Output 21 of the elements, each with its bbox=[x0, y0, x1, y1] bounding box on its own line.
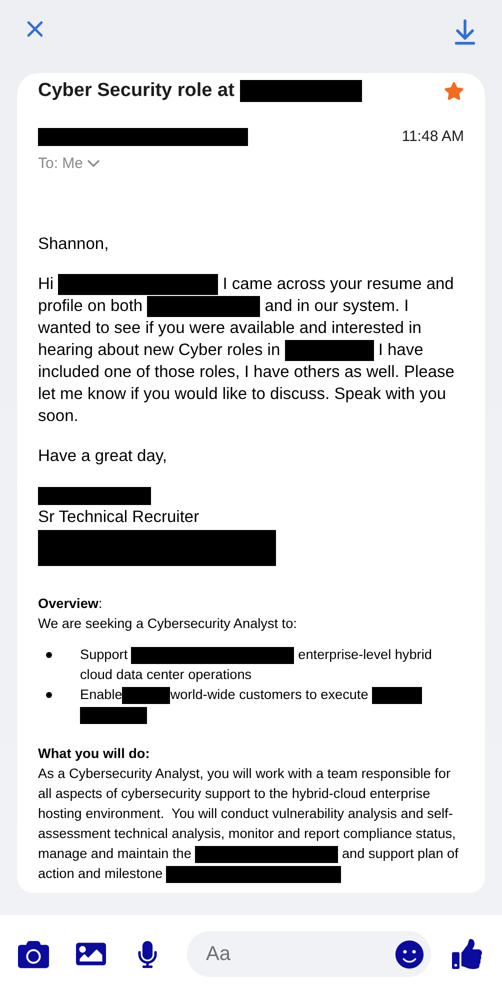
message-input[interactable]: Aa bbox=[206, 939, 395, 969]
section-heading: Overview: bbox=[38, 595, 104, 613]
message-field[interactable]: Aa bbox=[187, 931, 431, 977]
email-time: 11:48 AM bbox=[402, 127, 464, 147]
bullet-icon bbox=[46, 692, 52, 698]
body-paragraph: Have a great day, bbox=[38, 446, 168, 467]
bullet-icon bbox=[46, 652, 52, 658]
section-heading: What you will do: bbox=[38, 745, 151, 763]
signature-title: Sr Technical Recruiter bbox=[38, 507, 200, 528]
chevron-down-icon[interactable] bbox=[87, 159, 100, 168]
star-icon[interactable] bbox=[444, 81, 464, 101]
camera-icon[interactable] bbox=[18, 938, 49, 970]
email-subject: Cyber Security role at bbox=[38, 79, 362, 103]
thumbs-up-icon[interactable] bbox=[452, 939, 482, 969]
body-paragraph: As a Cybersecurity Analyst, you will work with a team responsible for all aspects of cybersecurity support to the hybrid-cloud enterprise hosting environment. You will conduct vulnerability analysis and self-assessment technical analysis, monitor and report compliance status, manage and maintain the and support plan of action and milestone bbox=[38, 765, 460, 884]
section-intro: We are seeking a Cybersecurity Analyst to: bbox=[38, 615, 298, 633]
recipient-label: To: Me bbox=[38, 154, 84, 174]
emoji-icon[interactable] bbox=[395, 940, 424, 968]
bullet-text: Enable world-wide customers to execute bbox=[80, 685, 440, 725]
body-paragraph: Shannon, bbox=[38, 234, 110, 255]
body-paragraph: Hi I came across your resume and profile on both and in our system. I wanted to see if you were available and interested in hearing about new Cyber roles in I have included one of those roles, I have others as well. Please let me know if you would like to discuss. Speak with you soon. bbox=[38, 273, 456, 427]
